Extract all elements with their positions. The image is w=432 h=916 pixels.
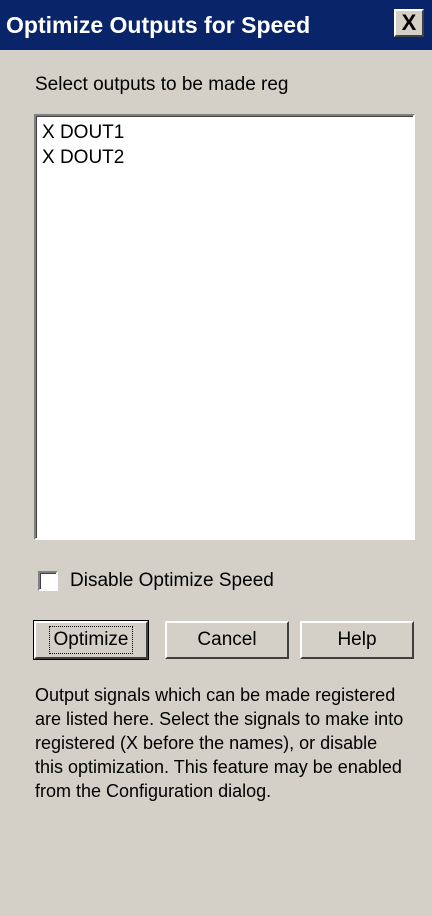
close-button[interactable]: X xyxy=(394,9,424,37)
list-item-dout1[interactable]: X DOUT1 xyxy=(36,120,413,145)
select-outputs-label: Select outputs to be made reg xyxy=(35,74,289,95)
close-icon: X xyxy=(401,10,417,35)
disable-optimize-speed-option[interactable]: Disable Optimize Speed xyxy=(38,570,274,592)
list-item-dout2[interactable]: X DOUT2 xyxy=(36,145,413,170)
title-bar: Optimize Outputs for Speed X xyxy=(0,0,432,50)
optimize-button[interactable]: Optimize xyxy=(33,620,149,660)
help-button-label: Help xyxy=(337,629,377,650)
help-description: Output signals which can be made registe… xyxy=(35,685,404,801)
help-button[interactable]: Help xyxy=(300,621,414,659)
optimize-outputs-dialog: Optimize Outputs for Speed X Select outp… xyxy=(0,0,432,916)
disable-optimize-speed-label: Disable Optimize Speed xyxy=(70,570,274,591)
disable-optimize-speed-checkbox[interactable] xyxy=(38,571,58,591)
cancel-button-label: Cancel xyxy=(197,629,257,650)
window-title: Optimize Outputs for Speed xyxy=(6,11,311,38)
cancel-button[interactable]: Cancel xyxy=(165,621,289,659)
optimize-button-label: Optimize xyxy=(48,626,134,654)
outputs-listbox[interactable]: X DOUT1 X DOUT2 xyxy=(34,114,415,540)
